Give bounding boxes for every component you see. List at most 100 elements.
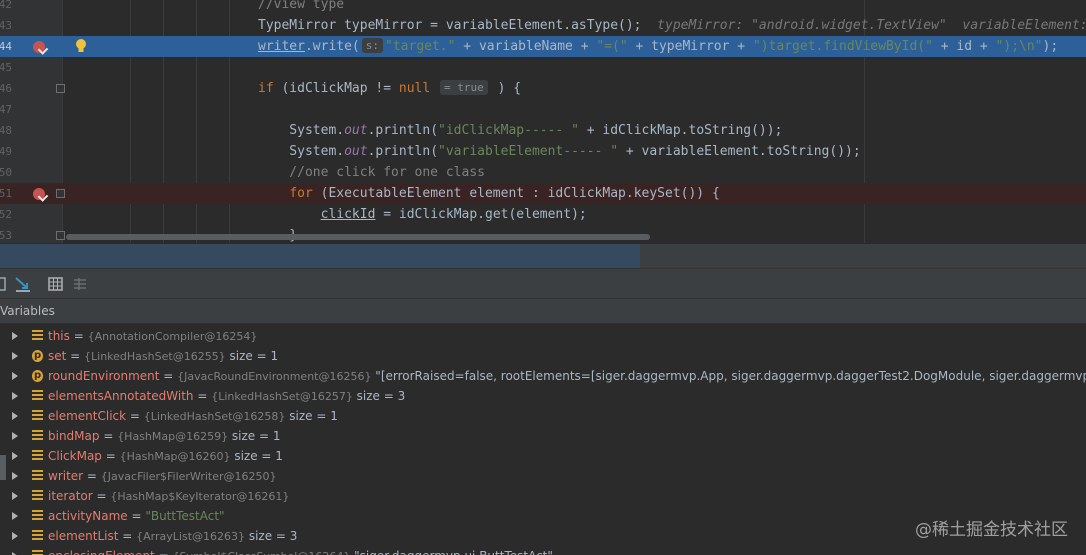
code-token: (idClickMap != xyxy=(273,81,399,96)
code-line[interactable]: 52 clickId = idClickMap.get(element); xyxy=(0,204,1086,225)
equals-sign: = xyxy=(69,329,88,343)
variable-detail: size = 1 xyxy=(230,449,283,463)
fold-marker-icon[interactable] xyxy=(56,84,65,93)
code-token: "variableElement----- " xyxy=(438,144,619,159)
field-icon xyxy=(32,530,43,542)
code-line[interactable]: 42 //view type xyxy=(0,0,1086,15)
code-token: + variableName + xyxy=(455,39,597,54)
code-token: "target." xyxy=(385,39,456,54)
expand-arrow-icon[interactable] xyxy=(12,412,18,420)
expand-arrow-icon[interactable] xyxy=(12,392,18,400)
code-line[interactable]: 51 for (ExecutableElement element : idCl… xyxy=(0,183,1086,204)
settings-icon[interactable] xyxy=(71,275,89,293)
line-number[interactable]: 45 xyxy=(0,57,12,78)
code-line[interactable]: 50 //one click for one class xyxy=(0,162,1086,183)
variable-row[interactable]: elementClick = {LinkedHashSet@16258} siz… xyxy=(0,406,1086,426)
field-icon xyxy=(32,470,43,482)
variable-row[interactable]: roundEnvironment = {JavacRoundEnvironmen… xyxy=(0,366,1086,386)
line-number[interactable]: 52 xyxy=(0,204,12,225)
variable-name: writer xyxy=(48,469,84,483)
code-line[interactable]: 46 if (idClickMap != null = true ) { xyxy=(0,78,1086,99)
table-icon[interactable] xyxy=(47,275,65,293)
fold-marker-icon[interactable] xyxy=(56,189,65,198)
code-text[interactable]: System.out.println("variableElement-----… xyxy=(258,141,861,162)
code-line[interactable]: 43 TypeMirror typeMirror = variableElemen… xyxy=(0,15,1086,36)
expand-arrow-icon[interactable] xyxy=(12,492,18,500)
variable-name: activityName xyxy=(48,509,128,523)
side-panel-handle[interactable] xyxy=(0,455,6,480)
line-number[interactable]: 43 xyxy=(0,15,12,36)
line-number[interactable]: 48 xyxy=(0,120,12,141)
variable-row[interactable]: iterator = {HashMap$KeyIterator@16261} xyxy=(0,486,1086,506)
code-token: "=(" xyxy=(596,39,628,54)
code-text[interactable]: //view type xyxy=(258,0,344,15)
line-number[interactable]: 53 xyxy=(0,225,12,243)
equals-sign: = xyxy=(155,549,173,555)
line-number[interactable]: 46 xyxy=(0,78,12,99)
variables-panel-title: Variables xyxy=(0,304,55,318)
code-editor[interactable]: 42 //view type 43 TypeMirror typeMirror = v… xyxy=(0,0,1086,243)
watermark: @稀土掘金技术社区 xyxy=(915,520,1068,540)
expand-arrow-icon[interactable] xyxy=(12,332,18,340)
expand-arrow-icon[interactable] xyxy=(12,352,18,360)
code-text[interactable]: System.out.println("idClickMap----- " + … xyxy=(258,120,782,141)
code-token: .println( xyxy=(367,123,439,138)
variable-row[interactable]: bindMap = {HashMap@16259} size = 1 xyxy=(0,426,1086,446)
line-number[interactable]: 42 xyxy=(0,0,12,15)
code-line[interactable]: 48 System.out.println("idClickMap----- "… xyxy=(0,120,1086,141)
variables-panel-header: Variables xyxy=(0,298,1086,324)
variable-value: {JavacRoundEnvironment@16256} xyxy=(177,370,372,383)
expand-arrow-icon[interactable] xyxy=(12,532,18,540)
variable-text: set = {LinkedHashSet@16255} size = 1 xyxy=(48,346,278,367)
code-line[interactable]: 45 xyxy=(0,57,1086,78)
horizontal-scrollbar[interactable] xyxy=(66,234,650,240)
code-token: System. xyxy=(258,123,345,138)
variable-row[interactable]: writer = {JavacFiler$FilerWriter@16250} xyxy=(0,466,1086,486)
code-text[interactable]: if (idClickMap != null = true ) { xyxy=(258,78,521,99)
line-number[interactable]: 51 xyxy=(0,183,12,204)
code-text[interactable]: clickId = idClickMap.get(element); xyxy=(258,204,587,225)
variable-row[interactable]: set = {LinkedHashSet@16255} size = 1 xyxy=(0,346,1086,366)
code-text[interactable]: for (ExecutableElement element : idClick… xyxy=(258,183,720,204)
variable-row[interactable]: enclosingElement = {Symbol$ClassSymbol@1… xyxy=(0,546,1086,555)
variable-detail: size = 3 xyxy=(245,529,298,543)
variable-row[interactable]: elementsAnnotatedWith = {LinkedHashSet@1… xyxy=(0,386,1086,406)
line-number[interactable]: 44 xyxy=(0,36,12,57)
intention-bulb-icon[interactable] xyxy=(74,38,88,55)
expand-arrow-icon[interactable] xyxy=(12,472,18,480)
equals-sign: = xyxy=(118,529,137,543)
code-token: (ExecutableElement element : idClickMap.… xyxy=(312,186,720,201)
fold-marker-icon[interactable] xyxy=(56,231,65,240)
line-number[interactable]: 50 xyxy=(0,162,12,183)
variable-value: {ArrayList@16263} xyxy=(136,530,246,543)
code-line[interactable]: 47 xyxy=(0,99,1086,120)
line-number[interactable]: 47 xyxy=(0,99,12,120)
code-token: ")target.findViewById(" xyxy=(752,39,933,54)
step-over-icon[interactable] xyxy=(0,275,12,293)
step-into-icon[interactable] xyxy=(14,275,32,293)
equals-sign: = xyxy=(92,489,111,503)
variable-value: {LinkedHashSet@16258} xyxy=(143,410,286,423)
code-token: null xyxy=(398,81,431,96)
field-icon xyxy=(32,410,43,422)
expand-arrow-icon[interactable] xyxy=(12,452,18,460)
code-text[interactable]: TypeMirror typeMirror = variableElement.… xyxy=(258,15,1086,36)
variable-row[interactable]: ClickMap = {HashMap@16260} size = 1 xyxy=(0,446,1086,466)
variable-value: {HashMap$KeyIterator@16261} xyxy=(110,490,290,503)
expand-arrow-icon[interactable] xyxy=(12,372,18,380)
code-text[interactable]: //one click for one class xyxy=(258,162,485,183)
code-token: + variableElement.toString()); xyxy=(618,144,861,159)
variable-row[interactable]: this = {AnnotationCompiler@16254} xyxy=(0,326,1086,346)
expand-arrow-icon[interactable] xyxy=(12,432,18,440)
breakpoint-icon[interactable] xyxy=(33,188,45,200)
code-line[interactable]: 44 writer.write(s: "target." + variableNam… xyxy=(0,36,1086,57)
line-number[interactable]: 49 xyxy=(0,141,12,162)
variable-text: bindMap = {HashMap@16259} size = 1 xyxy=(48,426,281,447)
code-text[interactable]: writer.write(s: "target." + variableName … xyxy=(258,36,1058,57)
debug-tab-highlight[interactable] xyxy=(0,244,640,269)
code-line[interactable]: 49 System.out.println("variableElement--… xyxy=(0,141,1086,162)
expand-arrow-icon[interactable] xyxy=(12,512,18,520)
breakpoint-icon[interactable] xyxy=(33,41,45,53)
variable-value: "ButtTestAct" xyxy=(145,509,225,523)
